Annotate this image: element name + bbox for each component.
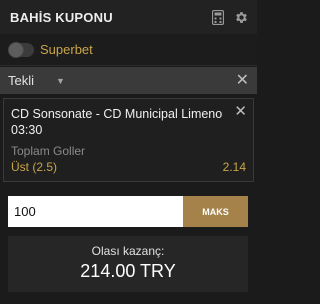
selection-odds: 2.14 xyxy=(222,160,246,174)
market-name: Toplam Goller xyxy=(11,144,86,158)
remove-bet-close-icon[interactable]: ✕ xyxy=(234,104,247,119)
calculator-icon[interactable] xyxy=(212,9,224,25)
match-time: 03:30 xyxy=(11,123,43,137)
match-name: CD Sonsonate - CD Municipal Limeno xyxy=(11,107,223,121)
gear-icon[interactable] xyxy=(234,10,249,25)
selection-row: Üst (2.5) 2.14 xyxy=(11,160,246,174)
bet-card: CD Sonsonate - CD Municipal Limeno 03:30… xyxy=(3,98,254,182)
superbet-label: Superbet xyxy=(40,42,93,57)
header-icons xyxy=(212,9,249,25)
clear-all-close-icon[interactable]: ✕ xyxy=(236,72,249,89)
bet-slip-header: BAHİS KUPONU xyxy=(0,0,257,34)
potential-winnings: Olası kazanç: 214.00 TRY xyxy=(8,236,248,292)
winnings-value: 214.00 TRY xyxy=(80,261,176,281)
winnings-label: Olası kazanç: xyxy=(91,244,165,258)
bet-slip-title: BAHİS KUPONU xyxy=(10,9,113,25)
stake-row: MAKS xyxy=(8,196,248,227)
toggle-knob xyxy=(8,41,24,58)
superbet-row: Superbet xyxy=(0,34,257,66)
match-title: CD Sonsonate - CD Municipal Limeno 03:30 xyxy=(11,106,233,138)
stake-input[interactable] xyxy=(8,196,183,227)
caret-down-icon[interactable]: ▼ xyxy=(56,76,236,86)
selection-name: Üst (2.5) xyxy=(11,160,58,174)
bet-type-selector[interactable]: Tekli ▼ ✕ xyxy=(0,67,257,94)
max-stake-button[interactable]: MAKS xyxy=(183,196,248,227)
bet-type-label: Tekli xyxy=(8,73,35,88)
superbet-toggle[interactable] xyxy=(8,41,34,58)
